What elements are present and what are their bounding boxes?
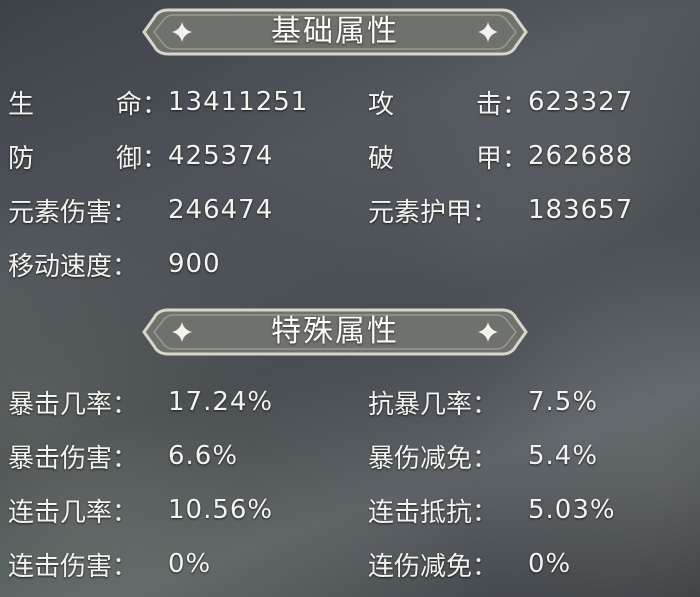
stat-crit-resist: 抗暴几率： 7.5% [368, 382, 598, 422]
stat-crit-resist-value: 7.5% [528, 387, 599, 417]
basic-attributes-header: 基础属性 [140, 4, 530, 60]
stat-defense: 防 御： 425374 [8, 136, 273, 176]
stat-attack-value: 623327 [528, 87, 634, 117]
basic-attributes-title: 基础属性 [271, 14, 399, 49]
stat-move-speed-label: 移动速度： [8, 251, 139, 282]
stat-crit-damage-reduction-label: 暴伤减免： [368, 443, 499, 474]
stat-crit-damage-value: 6.6% [168, 441, 239, 471]
stat-crit-rate-label: 暴击几率： [8, 389, 139, 420]
stat-combo-damage: 连击伤害： 0% [8, 544, 211, 584]
stat-armor-break-label: 破 甲： [368, 143, 528, 174]
stat-element-damage-label: 元素伤害： [8, 197, 139, 228]
stat-attack-label: 攻 击： [368, 89, 528, 120]
stat-armor-break-value: 262688 [528, 141, 634, 171]
stat-combo-resist: 连击抵抗： 5.03% [368, 490, 616, 530]
stat-combo-resist-label: 连击抵抗： [368, 497, 499, 528]
stat-defense-value: 425374 [168, 141, 274, 171]
stat-combo-damage-reduction-label: 连伤减免： [368, 551, 499, 582]
stat-element-armor-label: 元素护甲： [368, 197, 499, 228]
special-attributes-title: 特殊属性 [271, 314, 399, 349]
stat-element-damage-value: 246474 [168, 195, 274, 225]
stat-element-armor: 元素护甲： 183657 [368, 190, 633, 230]
stat-crit-damage: 暴击伤害： 6.6% [8, 436, 238, 476]
stat-combo-rate-label: 连击几率： [8, 497, 139, 528]
stat-combo-rate-value: 10.56% [168, 495, 274, 525]
stat-crit-resist-label: 抗暴几率： [368, 389, 499, 420]
stat-crit-damage-reduction-value: 5.4% [528, 441, 599, 471]
stat-move-speed-value: 900 [168, 249, 221, 279]
special-attributes-header: 特殊属性 [140, 304, 530, 360]
stat-element-armor-value: 183657 [528, 195, 634, 225]
stat-combo-damage-reduction-value: 0% [528, 549, 572, 579]
stat-crit-damage-label: 暴击伤害： [8, 443, 139, 474]
stat-crit-damage-reduction: 暴伤减免： 5.4% [368, 436, 598, 476]
stat-combo-rate: 连击几率： 10.56% [8, 490, 273, 530]
stat-move-speed: 移动速度： 900 [8, 244, 221, 284]
stat-armor-break: 破 甲： 262688 [368, 136, 633, 176]
stat-hp-label: 生 命： [8, 89, 168, 120]
stat-combo-damage-label: 连击伤害： [8, 551, 139, 582]
stat-combo-damage-reduction: 连伤减免： 0% [368, 544, 571, 584]
stat-combo-resist-value: 5.03% [528, 495, 616, 525]
stat-defense-label: 防 御： [8, 143, 168, 174]
stat-crit-rate-value: 17.24% [168, 387, 274, 417]
stat-combo-damage-value: 0% [168, 549, 212, 579]
stat-attack: 攻 击： 623327 [368, 82, 633, 122]
stat-element-damage: 元素伤害： 246474 [8, 190, 273, 230]
stat-hp: 生 命： 13411251 [8, 82, 308, 122]
stat-hp-value: 13411251 [168, 87, 309, 117]
stat-crit-rate: 暴击几率： 17.24% [8, 382, 273, 422]
